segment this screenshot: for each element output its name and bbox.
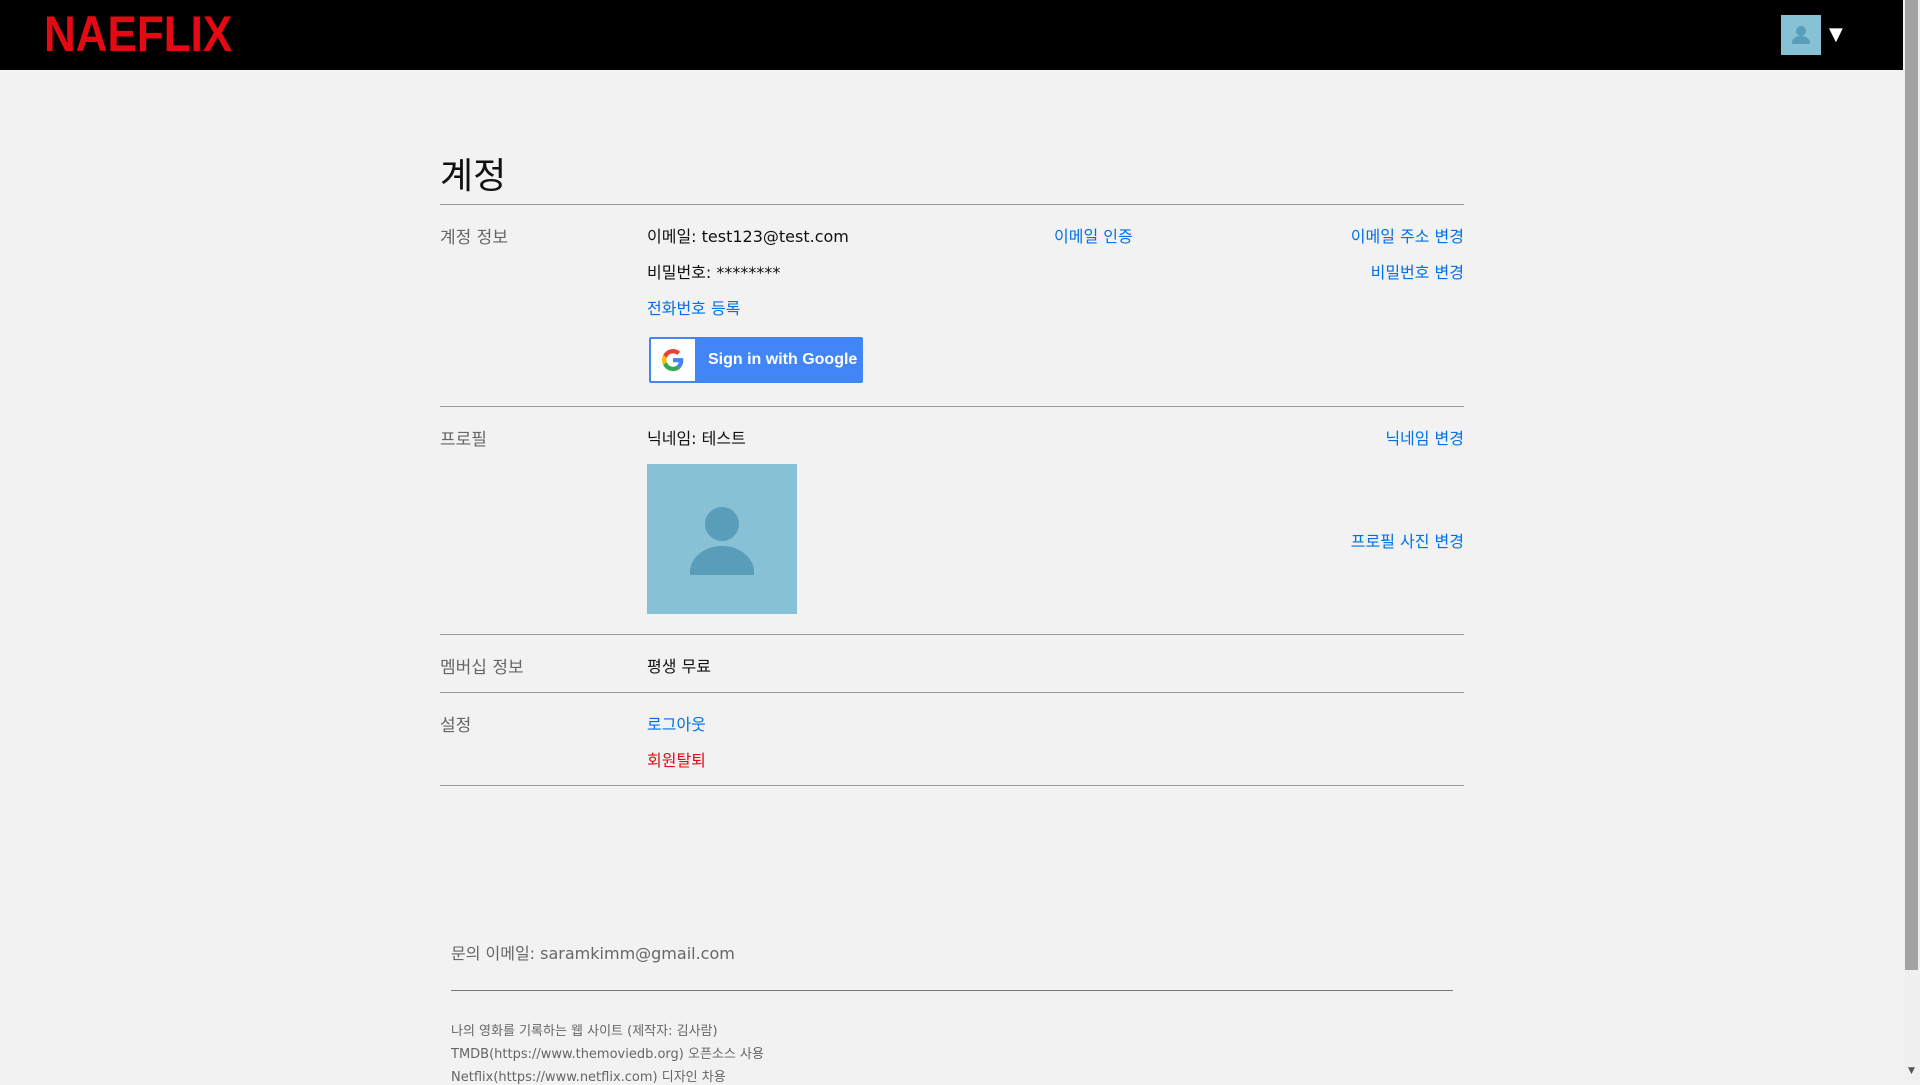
user-silhouette-icon xyxy=(690,507,754,575)
user-menu[interactable]: ▼ xyxy=(1781,15,1843,55)
email-value: 이메일: test123@test.com xyxy=(647,227,849,246)
change-profile-photo-link[interactable]: 프로필 사진 변경 xyxy=(1351,528,1464,552)
google-g-icon xyxy=(651,339,695,381)
verify-email-link[interactable]: 이메일 인증 xyxy=(1054,223,1133,247)
password-value: 비밀번호: ******** xyxy=(647,263,781,282)
vertical-scrollbar[interactable]: ▼ xyxy=(1903,0,1920,1080)
nickname-value: 닉네임: 테스트 xyxy=(647,429,746,448)
profile-picture xyxy=(647,464,797,614)
section-label-settings: 설정 xyxy=(440,716,472,736)
withdraw-account-link[interactable]: 회원탈퇴 xyxy=(647,747,706,771)
section-label-membership: 멤버십 정보 xyxy=(440,658,524,678)
footer-line: TMDB(https://www.themoviedb.org) 오픈소스 사용 xyxy=(451,1047,764,1062)
contact-email: 문의 이메일: saramkimm@gmail.com xyxy=(451,944,735,963)
register-phone-link[interactable]: 전화번호 등록 xyxy=(647,295,740,319)
change-nickname-link[interactable]: 닉네임 변경 xyxy=(1385,425,1464,449)
section-label-account-info: 계정 정보 xyxy=(440,228,508,248)
page-title: 계정 xyxy=(440,156,507,197)
change-password-link[interactable]: 비밀번호 변경 xyxy=(1371,259,1464,283)
divider xyxy=(440,785,1464,786)
footer-line: Netflix(https://www.netflix.com) 디자인 차용 xyxy=(451,1070,726,1085)
divider xyxy=(440,204,1464,205)
google-sign-in-button[interactable]: Sign in with Google xyxy=(649,337,863,383)
scroll-down-arrow-icon[interactable]: ▼ xyxy=(1903,1063,1920,1080)
divider xyxy=(440,406,1464,407)
section-label-profile: 프로필 xyxy=(440,430,487,450)
scrollbar-thumb[interactable] xyxy=(1905,0,1918,970)
caret-down-icon[interactable]: ▼ xyxy=(1829,15,1843,55)
footer-line: 나의 영화를 기록하는 웹 사이트 (제작자: 김사람) xyxy=(451,1024,718,1039)
user-avatar-icon[interactable] xyxy=(1781,15,1821,55)
divider xyxy=(440,692,1464,693)
membership-value: 평생 무료 xyxy=(647,657,711,676)
change-email-link[interactable]: 이메일 주소 변경 xyxy=(1351,223,1464,247)
divider xyxy=(440,634,1464,635)
footer-divider xyxy=(451,990,1453,991)
google-button-label: Sign in with Google xyxy=(708,351,858,368)
naeflix-logo[interactable]: NAEFLIX xyxy=(44,8,232,60)
top-nav-bar: NAEFLIX ▼ xyxy=(0,0,1903,70)
logout-link[interactable]: 로그아웃 xyxy=(647,711,706,735)
